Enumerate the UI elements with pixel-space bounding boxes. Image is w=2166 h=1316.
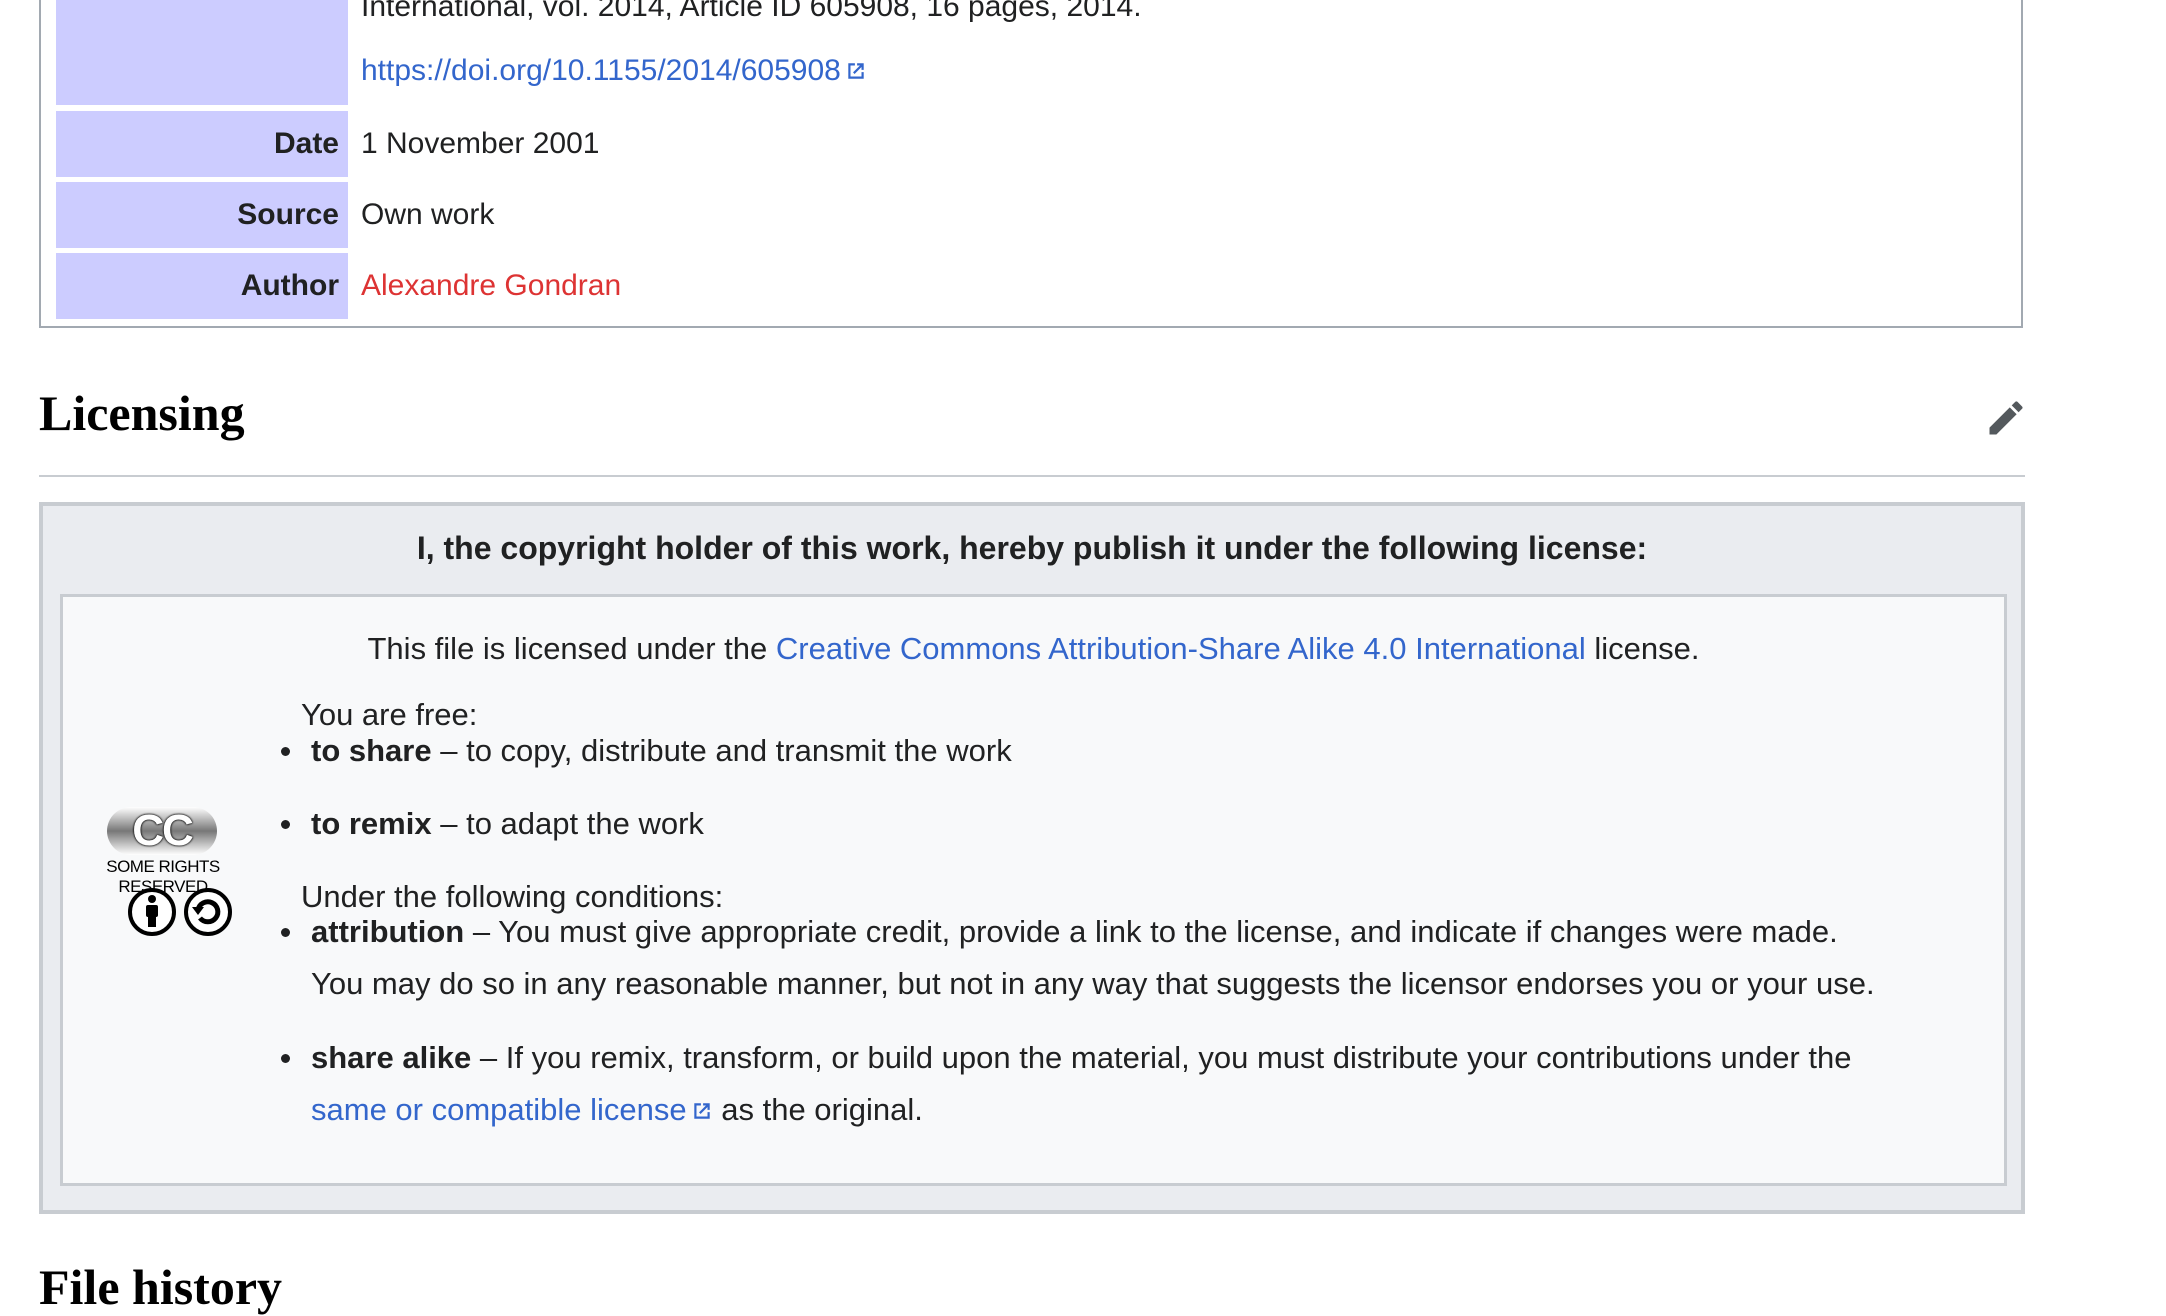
attribution-desc-2: You may do so in any reasonable manner, … <box>311 966 1875 1001</box>
external-link-icon <box>848 63 864 79</box>
author-label: Author <box>56 253 348 319</box>
doi-link[interactable]: https://doi.org/10.1155/2014/605908 <box>361 54 841 87</box>
licensing-heading: Licensing <box>39 385 245 441</box>
remix-term: to remix <box>311 806 432 841</box>
date-row: Date 1 November 2001 <box>56 111 2021 177</box>
compatible-license-link[interactable]: same or compatible license <box>311 1092 687 1127</box>
remix-desc: – to adapt the work <box>431 806 704 841</box>
share-desc: – to copy, distribute and transmit the w… <box>431 733 1012 768</box>
source-value: Own work <box>361 198 495 231</box>
author-link[interactable]: Alexandre Gondran <box>361 269 621 303</box>
list-item: to share – to copy, distribute and trans… <box>281 725 1012 777</box>
external-link-icon <box>693 1103 710 1119</box>
list-item: share alike – If you remix, transform, o… <box>280 1032 1852 1136</box>
doi-link-wrapper: https://doi.org/10.1155/2014/605908 <box>361 54 867 88</box>
share-term: to share <box>311 733 432 768</box>
cc-license-icons <box>128 888 232 936</box>
license-header: I, the copyright holder of this work, he… <box>416 530 1648 566</box>
list-item: to remix – to adapt the work <box>281 798 704 850</box>
source-label: Source <box>56 182 348 248</box>
file-information-table: International, vol. 2014, Article ID 605… <box>39 0 2023 328</box>
source-row: Source Own work <box>56 182 2021 248</box>
heading-divider <box>39 475 2025 477</box>
description-label-cell <box>56 0 348 105</box>
attribution-icon <box>128 888 176 936</box>
share-alike-icon <box>184 888 232 936</box>
file-history-heading: File history <box>39 1259 283 1315</box>
attribution-term: attribution <box>311 914 465 949</box>
license-inner-box: This file is licensed under the Creative… <box>60 594 2007 1186</box>
author-row: Author Alexandre Gondran <box>56 253 2021 319</box>
description-row: International, vol. 2014, Article ID 605… <box>56 0 2021 105</box>
license-box: I, the copyright holder of this work, he… <box>39 502 2025 1214</box>
description-value: International, vol. 2014, Article ID 605… <box>361 0 1142 23</box>
share-alike-desc: – If you remix, transform, or build upon… <box>471 1040 1852 1075</box>
cc-license-link[interactable]: Creative Commons Attribution-Share Alike… <box>776 631 1586 666</box>
share-alike-suffix: as the original. <box>712 1092 923 1127</box>
attribution-desc: – You must give appropriate credit, prov… <box>464 914 1838 949</box>
share-alike-term: share alike <box>311 1040 472 1075</box>
list-item: attribution – You must give appropriate … <box>281 906 1875 1010</box>
date-value: 1 November 2001 <box>361 127 600 160</box>
license-suffix: license. <box>1585 631 1700 666</box>
license-statement: This file is licensed under the Creative… <box>63 631 2004 667</box>
license-prefix: This file is licensed under the <box>367 631 776 666</box>
cc-badge: CC <box>107 807 217 855</box>
date-label: Date <box>56 111 348 177</box>
cc-logo[interactable]: CC SOME RIGHTS RESERVED <box>83 807 243 957</box>
pencil-icon[interactable] <box>1984 396 2028 440</box>
